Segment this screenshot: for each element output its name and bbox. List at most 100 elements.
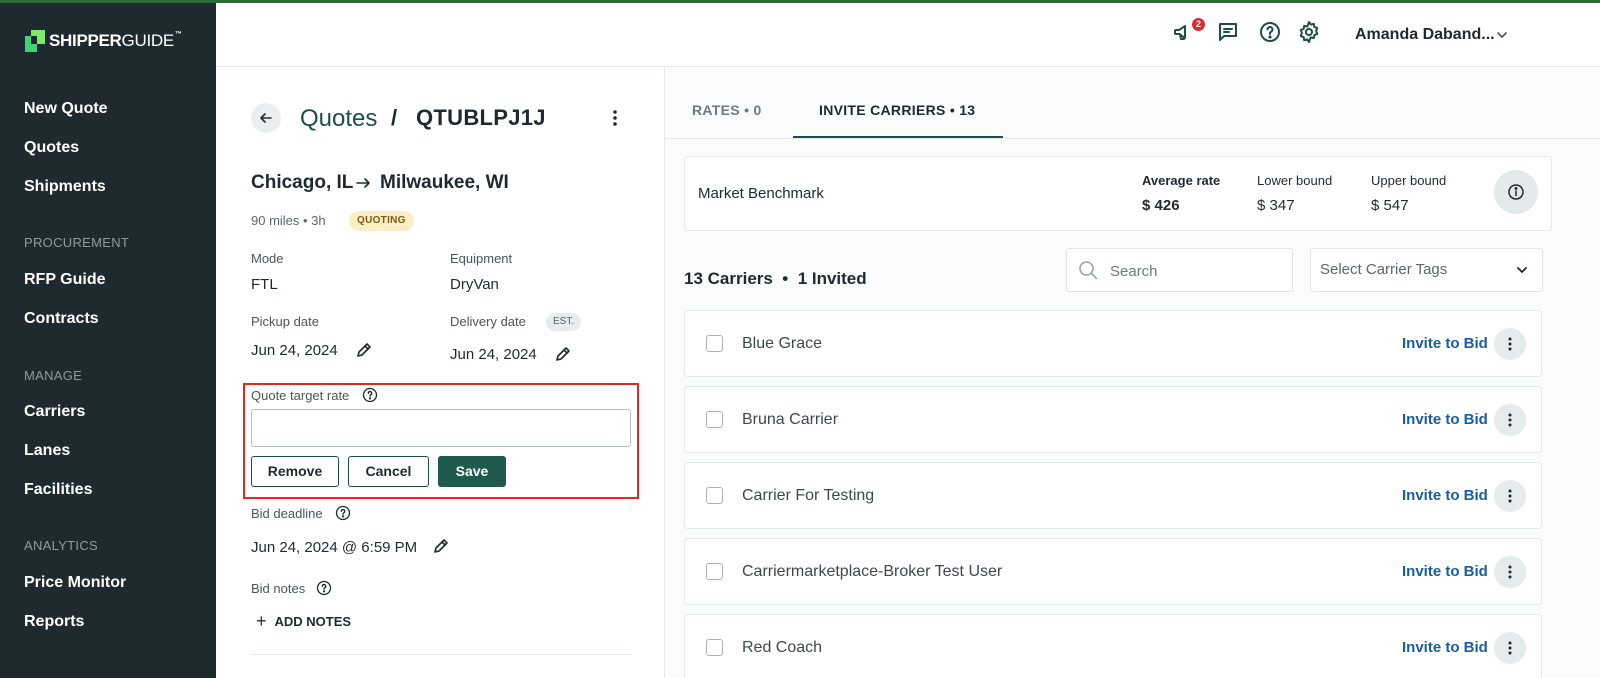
sidebar-item-carriers[interactable]: Carriers (24, 403, 85, 421)
sidebar-section-analytics: ANALYTICS (24, 538, 98, 553)
divider (251, 654, 631, 655)
status-badge: QUOTING (349, 211, 414, 231)
more-options-icon (1508, 413, 1512, 427)
logo-text: SHIPPERGUIDE™ (49, 31, 182, 50)
route-meta: 90 miles • 3h (251, 213, 326, 228)
invite-to-bid-link[interactable]: Invite to Bid (1402, 487, 1488, 504)
table-row: Carrier For Testing Invite to Bid (684, 462, 1542, 529)
benchmark-title: Market Benchmark (698, 185, 824, 202)
save-button[interactable]: Save (438, 456, 506, 487)
carrier-name: Red Coach (742, 639, 823, 656)
table-row: Carriermarketplace-Broker Test User Invi… (684, 538, 1542, 605)
edit-bid-deadline-icon[interactable] (432, 537, 450, 555)
sidebar: SHIPPERGUIDE™ New Quote Quotes Shipments… (0, 0, 216, 678)
help-icon[interactable] (316, 580, 332, 596)
table-row: Blue Grace Invite to Bid (684, 310, 1542, 377)
carrier-checkbox[interactable] (706, 335, 723, 352)
sidebar-item-reports[interactable]: Reports (24, 613, 84, 631)
page-title: QTUBLPJ1J (416, 105, 546, 130)
lower-bound-label: Lower bound (1257, 173, 1333, 188)
sidebar-section-procurement: PROCUREMENT (24, 235, 130, 250)
invite-to-bid-link[interactable]: Invite to Bid (1402, 563, 1488, 580)
help-icon[interactable] (1258, 20, 1282, 44)
carrier-name: Blue Grace (742, 335, 823, 352)
sidebar-item-price-monitor[interactable]: Price Monitor (24, 574, 126, 592)
notification-badge: 2 (1192, 18, 1205, 31)
help-icon[interactable] (362, 387, 378, 403)
pickup-date-label: Pickup date (251, 314, 319, 329)
carrier-checkbox[interactable] (706, 563, 723, 580)
logo[interactable]: SHIPPERGUIDE™ (25, 30, 182, 52)
breadcrumb-separator: / (391, 105, 398, 130)
carrier-tags-placeholder: Select Carrier Tags (1320, 261, 1448, 278)
arrow-left-icon (260, 113, 272, 123)
sidebar-section-manage: MANAGE (24, 368, 83, 383)
sidebar-item-shipments[interactable]: Shipments (24, 178, 106, 196)
invite-to-bid-link[interactable]: Invite to Bid (1402, 411, 1488, 428)
add-notes-button[interactable]: + ADD NOTES (256, 611, 352, 631)
carrier-checkbox[interactable] (706, 411, 723, 428)
help-icon[interactable] (335, 505, 351, 521)
arrow-right-icon (356, 178, 370, 188)
row-more-options-button[interactable] (1494, 632, 1526, 664)
breadcrumb-quotes-link[interactable]: Quotes (300, 105, 377, 133)
sidebar-item-new-quote[interactable]: New Quote (24, 100, 108, 118)
row-more-options-button[interactable] (1494, 404, 1526, 436)
tab-rates[interactable]: RATES • 0 (692, 102, 762, 118)
user-menu-name[interactable]: Amanda Daband... (1355, 26, 1495, 44)
equipment-label: Equipment (450, 251, 513, 266)
row-more-options-button[interactable] (1494, 328, 1526, 360)
invite-to-bid-link[interactable]: Invite to Bid (1402, 639, 1488, 656)
remove-button[interactable]: Remove (251, 456, 339, 487)
carrier-checkbox[interactable] (706, 639, 723, 656)
sidebar-item-lanes[interactable]: Lanes (24, 442, 70, 460)
bid-deadline-value: Jun 24, 2024 @ 6:59 PM (251, 539, 418, 556)
equipment-value: DryVan (450, 276, 499, 293)
plus-icon: + (256, 611, 267, 631)
settings-icon[interactable] (1297, 20, 1321, 44)
carrier-name: Bruna Carrier (742, 411, 839, 428)
more-options-icon (1508, 565, 1512, 579)
table-row: Bruna Carrier Invite to Bid (684, 386, 1542, 453)
upper-bound-value: $ 547 (1371, 197, 1409, 214)
target-rate-label: Quote target rate (251, 388, 350, 403)
pickup-date-value: Jun 24, 2024 (251, 342, 338, 359)
carriers-summary: 13 Carriers • 1 Invited (684, 269, 867, 288)
invite-to-bid-link[interactable]: Invite to Bid (1402, 335, 1488, 352)
delivery-date-label: Delivery date (450, 314, 526, 329)
edit-delivery-date-icon[interactable] (554, 345, 572, 363)
cancel-button[interactable]: Cancel (348, 456, 429, 487)
table-row: Red Coach Invite to Bid (684, 614, 1542, 678)
benchmark-info-button[interactable] (1494, 170, 1538, 214)
sidebar-item-contracts[interactable]: Contracts (24, 310, 99, 328)
carrier-checkbox[interactable] (706, 487, 723, 504)
back-button[interactable] (251, 103, 281, 133)
sidebar-item-facilities[interactable]: Facilities (24, 481, 92, 499)
info-icon (1508, 184, 1524, 200)
target-rate-input[interactable] (251, 409, 631, 447)
logo-mark-icon (25, 30, 45, 52)
more-options-icon (1508, 489, 1512, 503)
add-notes-label: ADD NOTES (274, 613, 352, 629)
tab-invite-carriers[interactable]: INVITE CARRIERS • 13 (819, 102, 975, 118)
route-destination: Milwaukee, WI (380, 172, 509, 193)
top-accent-bar (0, 0, 1600, 3)
sidebar-item-rfp-guide[interactable]: RFP Guide (24, 271, 106, 289)
more-options-icon (1508, 337, 1512, 351)
lower-bound-value: $ 347 (1257, 197, 1295, 214)
chat-icon[interactable] (1216, 20, 1240, 44)
chevron-down-icon[interactable] (1494, 27, 1510, 43)
sidebar-item-quotes[interactable]: Quotes (24, 139, 79, 157)
bid-notes-label: Bid notes (251, 581, 306, 596)
estimated-badge: EST. (546, 313, 582, 331)
row-more-options-button[interactable] (1494, 556, 1526, 588)
more-options-icon (1508, 641, 1512, 655)
average-rate-label: Average rate (1142, 173, 1221, 188)
more-options-icon[interactable] (607, 106, 623, 130)
search-icon (1079, 261, 1098, 280)
row-more-options-button[interactable] (1494, 480, 1526, 512)
edit-pickup-date-icon[interactable] (355, 341, 373, 359)
active-tab-indicator (793, 136, 1003, 138)
search-input[interactable] (1110, 260, 1280, 282)
bid-deadline-label: Bid deadline (251, 506, 323, 521)
